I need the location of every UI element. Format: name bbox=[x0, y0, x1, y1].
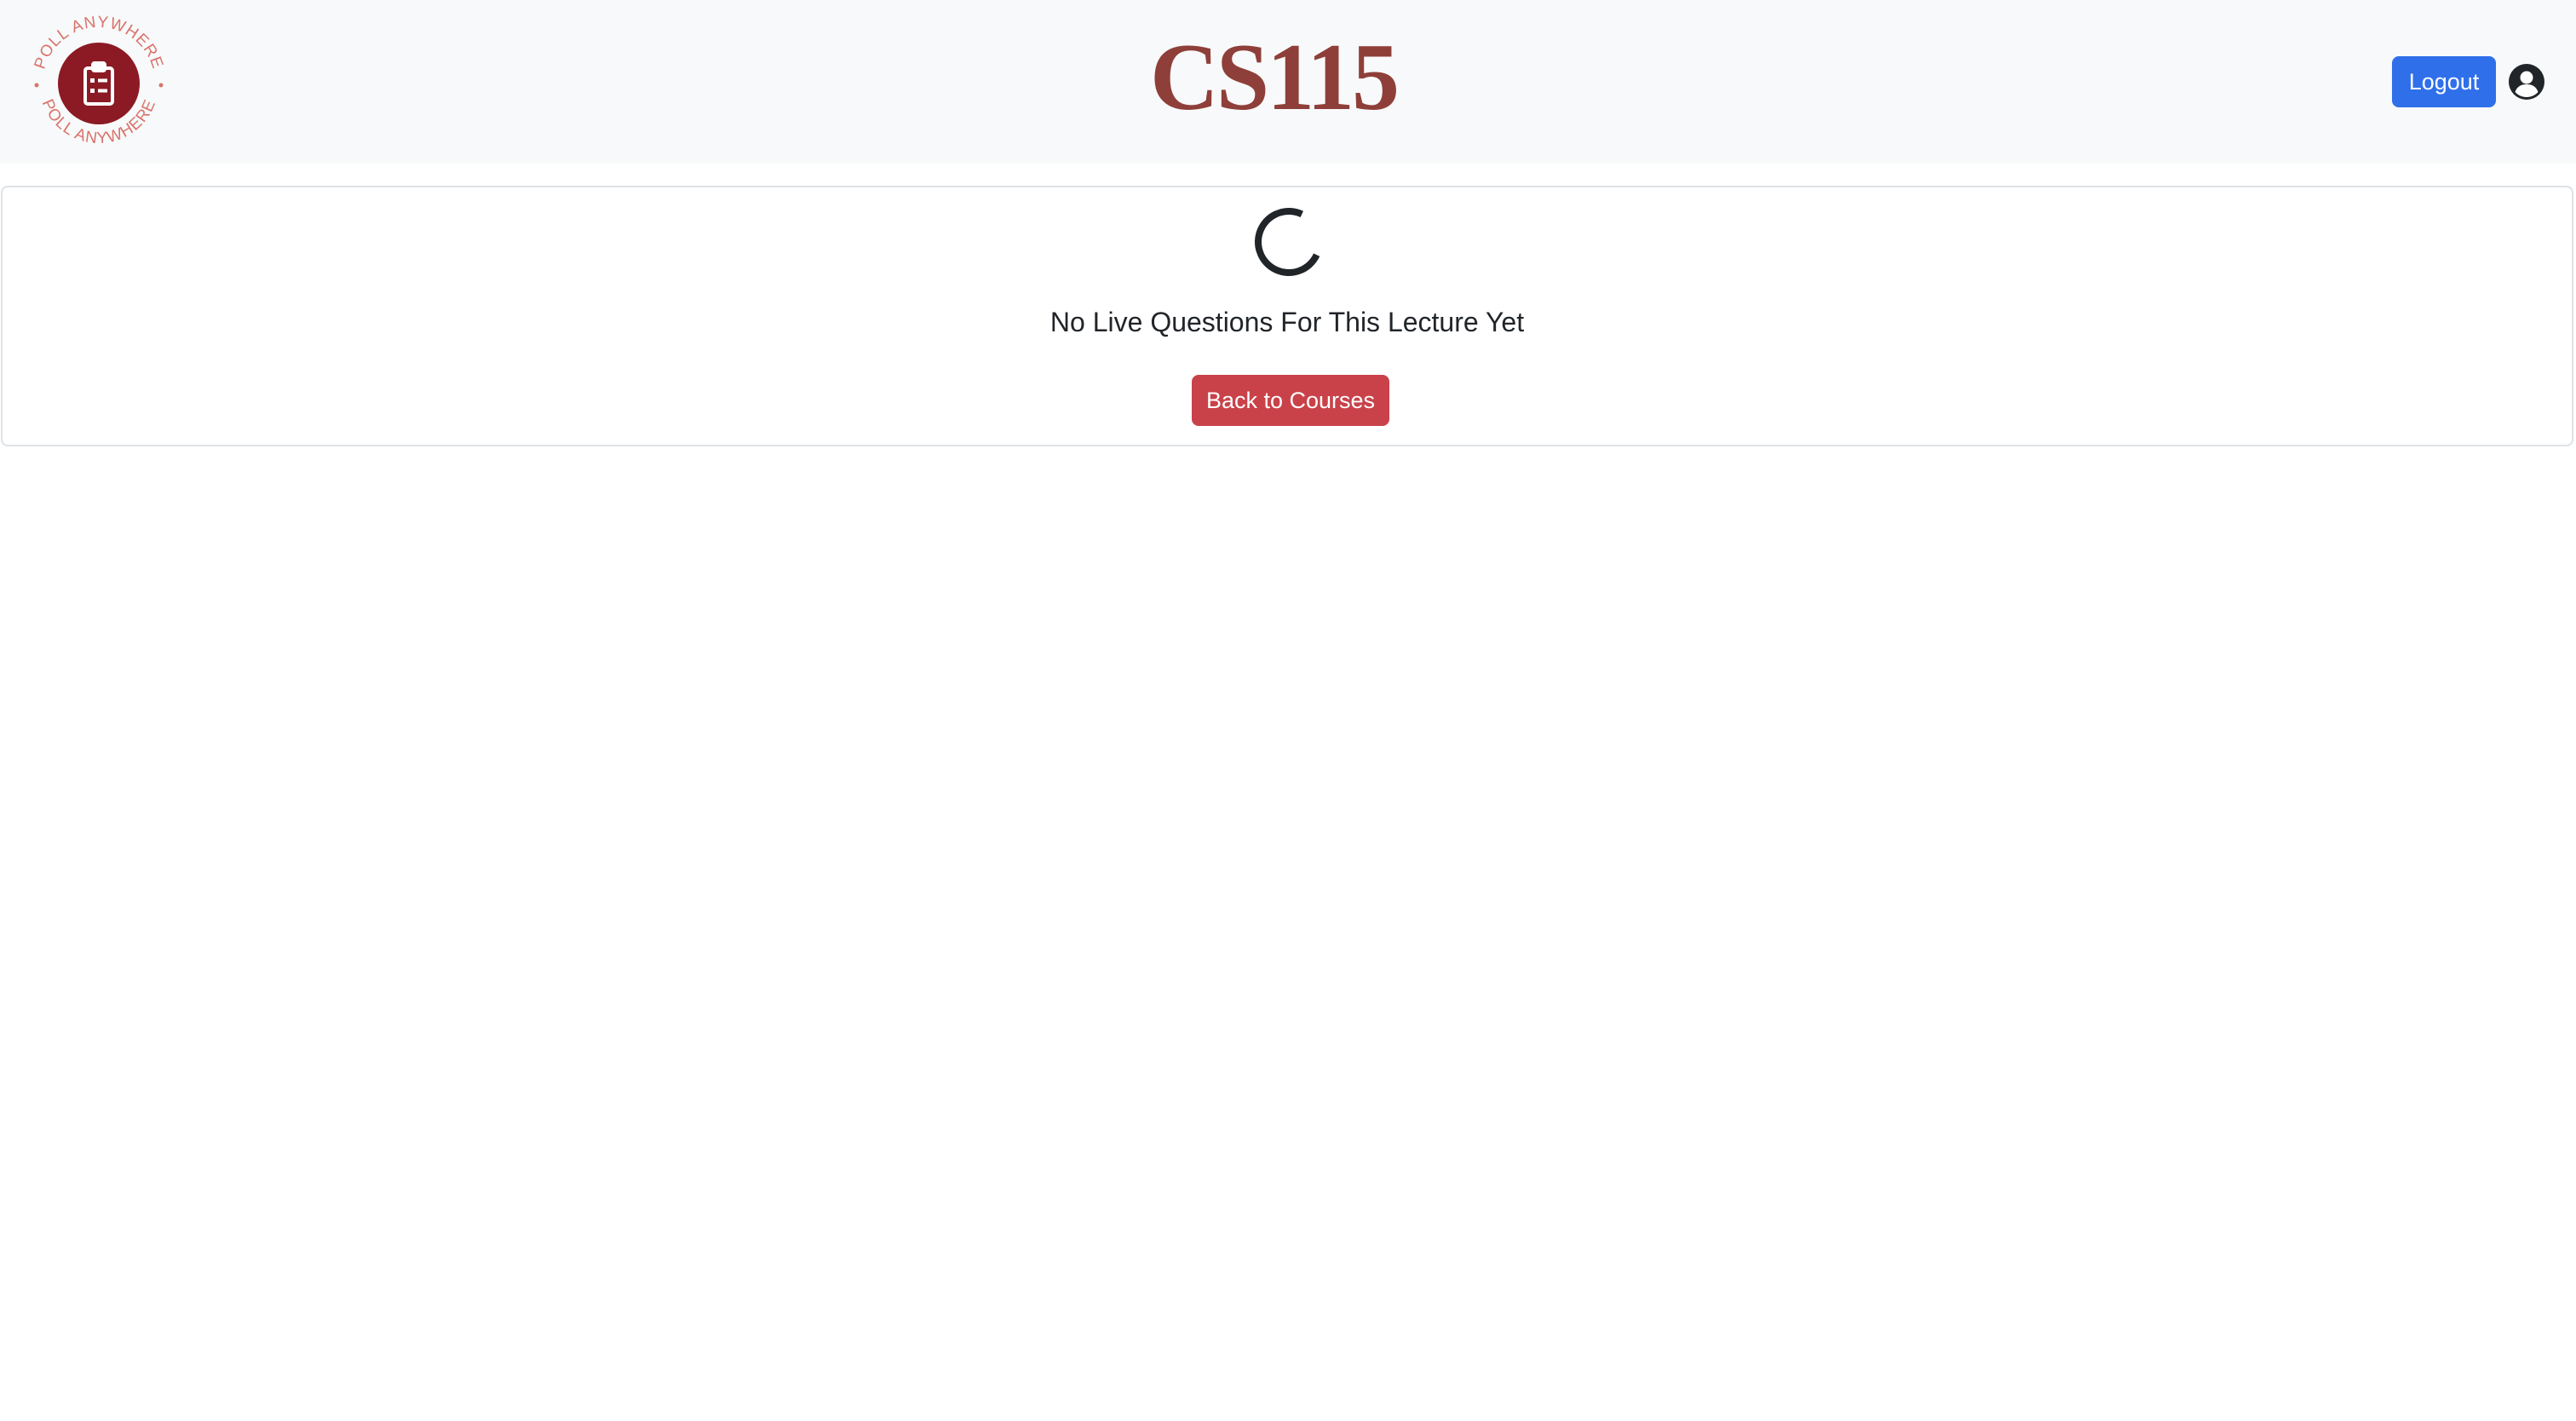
live-questions-card: No Live Questions For This Lecture Yet B… bbox=[1, 186, 2573, 446]
empty-state-message: No Live Questions For This Lecture Yet bbox=[1049, 307, 1525, 337]
poll-anywhere-logo[interactable]: POLL ANYWHERE POLL ANYWHERE bbox=[24, 9, 174, 158]
loading-spinner bbox=[1245, 198, 1333, 286]
top-navbar: POLL ANYWHERE POLL ANYWHERE CS115 Logout bbox=[0, 0, 2576, 164]
back-to-courses-button[interactable]: Back to Courses bbox=[1192, 375, 1389, 426]
user-circle-icon[interactable] bbox=[2508, 63, 2545, 101]
course-title: CS115 bbox=[1150, 25, 1400, 130]
logout-button[interactable]: Logout bbox=[2392, 56, 2496, 107]
